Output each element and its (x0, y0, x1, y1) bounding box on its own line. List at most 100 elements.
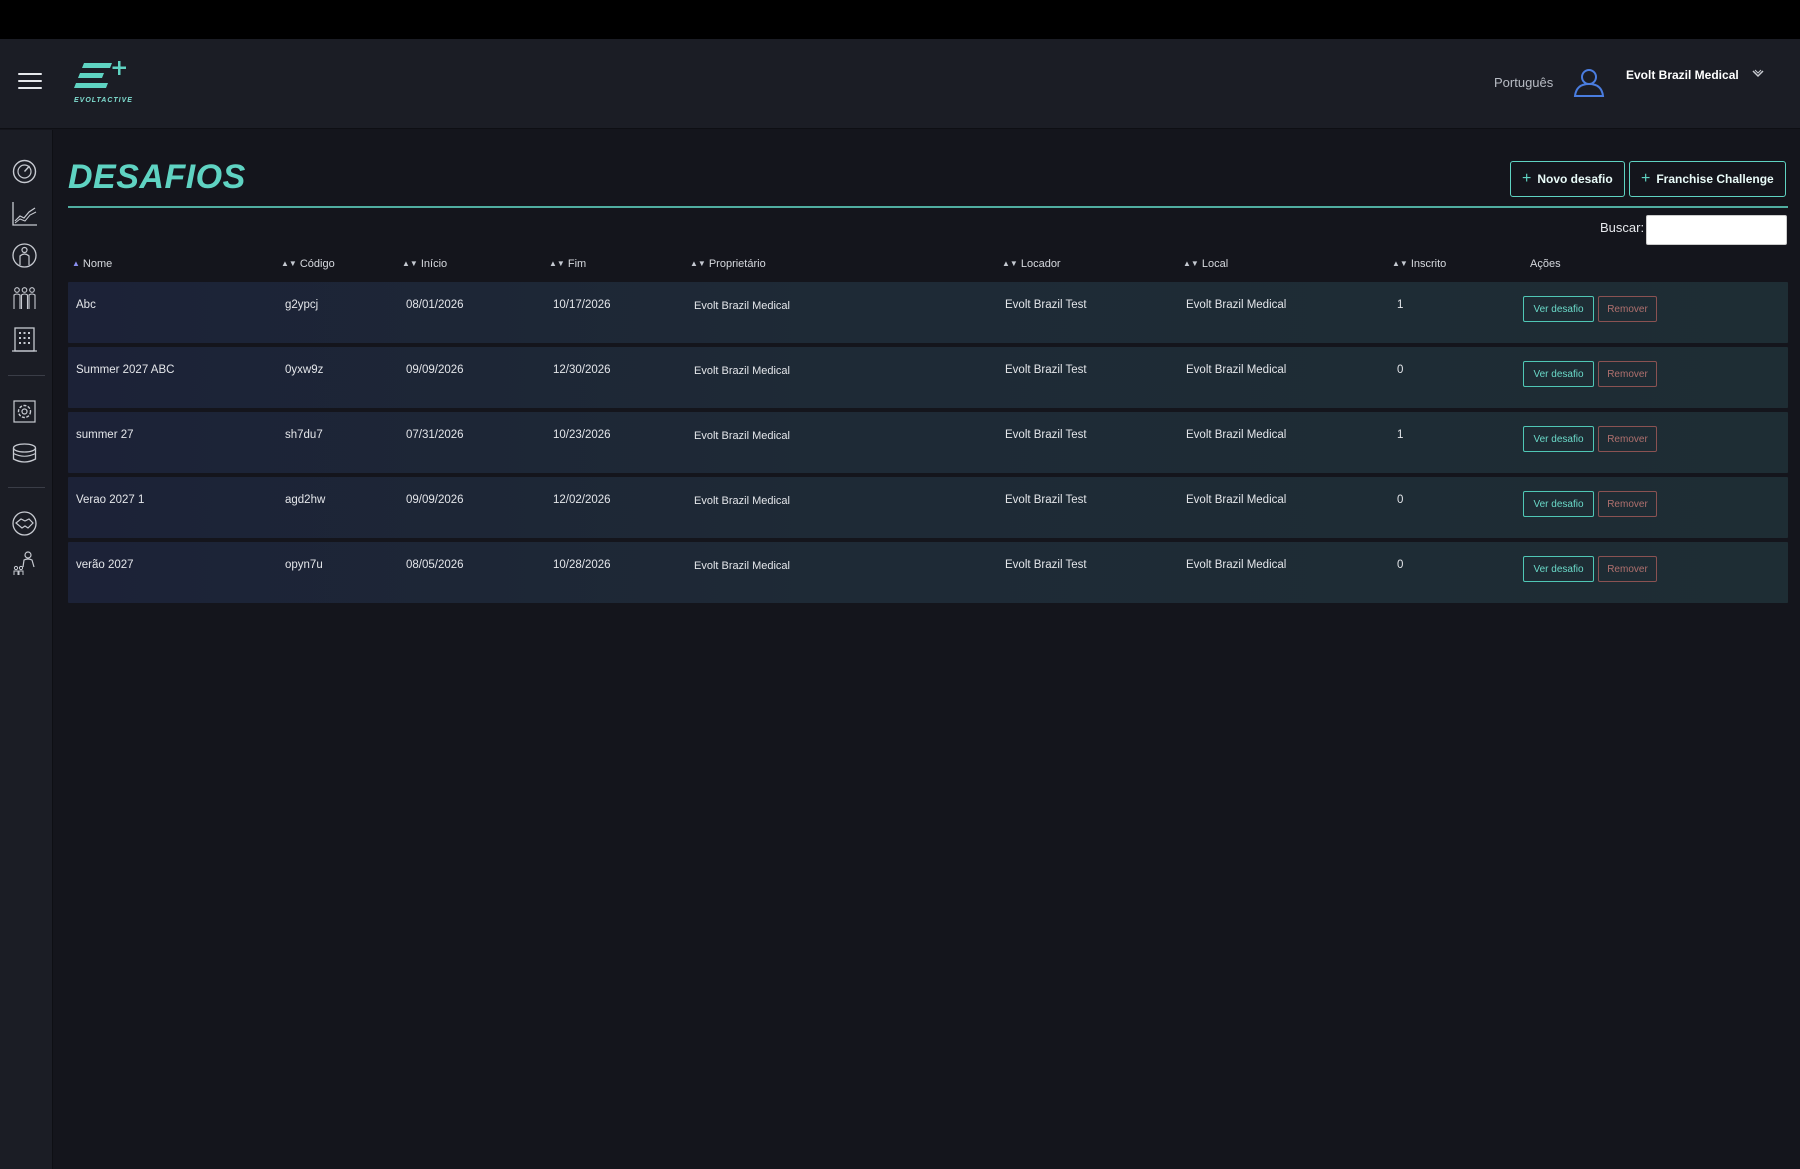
evoltactive-logo[interactable]: EVOLTACTIVE (74, 59, 144, 109)
view-challenge-button[interactable]: Ver desafio (1523, 426, 1594, 452)
cell-nome: verão 2027 (76, 559, 134, 571)
speedometer-icon[interactable] (11, 158, 38, 185)
sort-icon: ▲▼ (1392, 259, 1408, 268)
table-row[interactable]: Verao 2027 1 agd2hw 09/09/2026 12/02/202… (68, 477, 1788, 538)
title-divider (68, 206, 1788, 208)
database-icon[interactable] (11, 440, 38, 467)
sidebar-divider (8, 375, 45, 376)
sort-icon: ▲▼ (281, 259, 297, 268)
cell-proprietario: Evolt Brazil Medical (694, 560, 790, 569)
column-header-acoes: Ações (1530, 258, 1561, 270)
remove-button[interactable]: Remover (1598, 491, 1657, 517)
cell-inscrito: 1 (1397, 429, 1404, 441)
menu-icon[interactable] (18, 73, 42, 91)
cell-codigo: g2ypcj (285, 299, 319, 311)
cell-inscrito: 0 (1397, 364, 1404, 376)
plus-icon: + (1641, 170, 1651, 187)
cell-locador: Evolt Brazil Test (1005, 364, 1087, 376)
cell-local: Evolt Brazil Medical (1186, 494, 1287, 506)
settings-gear-icon[interactable] (11, 398, 38, 425)
sidebar (0, 130, 53, 1169)
group-icon[interactable] (11, 284, 38, 311)
cell-local: Evolt Brazil Medical (1186, 429, 1287, 441)
search-label: Buscar: (1600, 220, 1645, 235)
cell-locador: Evolt Brazil Test (1005, 494, 1087, 506)
plus-icon: + (1522, 170, 1532, 187)
table-header: ▲ Nome ▲▼ Código ▲▼ Início ▲▼ Fim ▲▼ Propriet… (68, 258, 1788, 278)
view-challenge-button[interactable]: Ver desafio (1523, 361, 1594, 387)
cell-codigo: agd2hw (285, 494, 326, 506)
remove-button[interactable]: Remover (1598, 426, 1657, 452)
cell-codigo: opyn7u (285, 559, 323, 571)
franchise-challenge-button[interactable]: + Franchise Challenge (1629, 161, 1786, 197)
chevron-down-icon[interactable] (1752, 69, 1764, 79)
cell-nome: Verao 2027 1 (76, 494, 145, 506)
page-title: DESAFIOS (68, 158, 246, 196)
cell-codigo: sh7du7 (285, 429, 323, 441)
cell-inicio: 09/09/2026 (406, 494, 464, 506)
franchise-challenge-label: Franchise Challenge (1656, 172, 1774, 186)
sort-icon: ▲▼ (690, 259, 706, 268)
column-header-locador[interactable]: ▲▼ Locador (1002, 258, 1061, 270)
line-chart-icon[interactable] (11, 200, 38, 227)
sort-asc-icon: ▲ (72, 259, 80, 268)
cell-inscrito: 0 (1397, 494, 1404, 506)
cell-nome: Summer 2027 ABC (76, 364, 175, 376)
cell-local: Evolt Brazil Medical (1186, 559, 1287, 571)
view-challenge-button[interactable]: Ver desafio (1523, 296, 1594, 322)
cell-proprietario: Evolt Brazil Medical (694, 495, 790, 504)
handshake-icon[interactable] (11, 510, 38, 537)
search-input[interactable] (1646, 215, 1787, 245)
table-row[interactable]: summer 27 sh7du7 07/31/2026 10/23/2026 E… (68, 412, 1788, 473)
cell-fim: 10/17/2026 (553, 299, 611, 311)
cell-fim: 10/23/2026 (553, 429, 611, 441)
cell-locador: Evolt Brazil Test (1005, 559, 1087, 571)
sort-icon: ▲▼ (1183, 259, 1199, 268)
cell-nome: Abc (76, 299, 96, 311)
cell-local: Evolt Brazil Medical (1186, 299, 1287, 311)
new-challenge-button[interactable]: + Novo desafio (1510, 161, 1625, 197)
table-row[interactable]: verão 2027 opyn7u 08/05/2026 10/28/2026 … (68, 542, 1788, 603)
cell-proprietario: Evolt Brazil Medical (694, 430, 790, 439)
view-challenge-button[interactable]: Ver desafio (1523, 556, 1594, 582)
cell-inicio: 08/05/2026 (406, 559, 464, 571)
cell-locador: Evolt Brazil Test (1005, 299, 1087, 311)
column-header-nome[interactable]: ▲ Nome (72, 258, 112, 270)
logo-mark-icon (74, 61, 126, 88)
column-header-codigo[interactable]: ▲▼ Código (281, 258, 335, 270)
person-circle-icon[interactable] (11, 242, 38, 269)
building-icon[interactable] (11, 326, 38, 353)
user-name[interactable]: Evolt Brazil Medical (1626, 68, 1739, 82)
cell-inicio: 08/01/2026 (406, 299, 464, 311)
cell-locador: Evolt Brazil Test (1005, 429, 1087, 441)
remove-button[interactable]: Remover (1598, 556, 1657, 582)
new-challenge-label: Novo desafio (1537, 172, 1613, 186)
view-challenge-button[interactable]: Ver desafio (1523, 491, 1594, 517)
column-header-proprietario[interactable]: ▲▼ Proprietário (690, 258, 766, 270)
column-header-inicio[interactable]: ▲▼ Início (402, 258, 447, 270)
table-row[interactable]: Summer 2027 ABC 0yxw9z 09/09/2026 12/30/… (68, 347, 1788, 408)
cell-proprietario: Evolt Brazil Medical (694, 365, 790, 374)
remove-button[interactable]: Remover (1598, 296, 1657, 322)
cell-fim: 10/28/2026 (553, 559, 611, 571)
remove-button[interactable]: Remover (1598, 361, 1657, 387)
user-avatar-icon[interactable] (1572, 65, 1606, 99)
sort-icon: ▲▼ (1002, 259, 1018, 268)
cell-inscrito: 0 (1397, 559, 1404, 571)
cell-local: Evolt Brazil Medical (1186, 364, 1287, 376)
sort-icon: ▲▼ (549, 259, 565, 268)
column-header-local[interactable]: ▲▼ Local (1183, 258, 1228, 270)
column-header-fim[interactable]: ▲▼ Fim (549, 258, 586, 270)
column-header-inscrito[interactable]: ▲▼ Inscrito (1392, 258, 1446, 270)
cell-nome: summer 27 (76, 429, 134, 441)
organization-icon[interactable] (11, 550, 38, 577)
cell-fim: 12/30/2026 (553, 364, 611, 376)
cell-fim: 12/02/2026 (553, 494, 611, 506)
language-selector[interactable]: Português (1494, 75, 1553, 90)
cell-inicio: 09/09/2026 (406, 364, 464, 376)
cell-inscrito: 1 (1397, 299, 1404, 311)
sort-icon: ▲▼ (402, 259, 418, 268)
cell-inicio: 07/31/2026 (406, 429, 464, 441)
table-row[interactable]: Abc g2ypcj 08/01/2026 10/17/2026 Evolt B… (68, 282, 1788, 343)
cell-proprietario: Evolt Brazil Medical (694, 300, 790, 309)
